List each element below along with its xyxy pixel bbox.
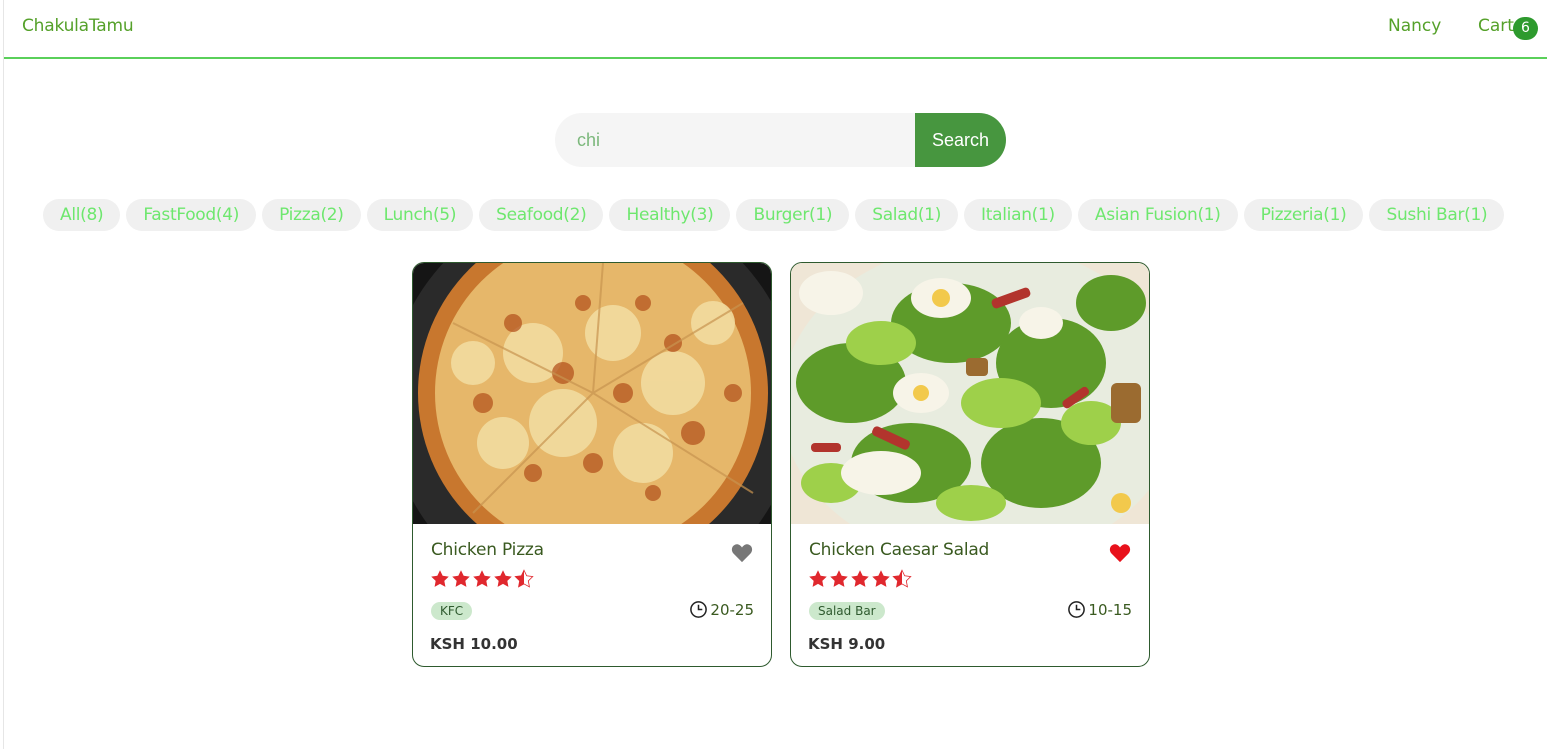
delivery-time-value: 20-25 (710, 600, 754, 619)
category-chip-sushi-bar[interactable]: Sushi Bar(1) (1369, 199, 1505, 231)
category-chip-fastfood[interactable]: FastFood(4) (126, 199, 257, 231)
search-button[interactable]: Search (915, 113, 1006, 167)
search-input[interactable] (555, 113, 915, 167)
category-chip-pizzeria[interactable]: Pizzeria(1) (1243, 199, 1364, 231)
delivery-time: 10-15 (1067, 600, 1132, 619)
half-star-icon (514, 569, 534, 588)
cart-count-badge[interactable]: 6 (1513, 17, 1538, 40)
heart-icon[interactable] (1109, 543, 1131, 563)
pizza-image[interactable] (413, 263, 771, 524)
star-icon (872, 570, 890, 587)
category-chip-pizza[interactable]: Pizza(2) (262, 199, 361, 231)
category-chip-seafood[interactable]: Seafood(2) (479, 199, 604, 231)
food-name: Chicken Pizza (431, 540, 544, 560)
star-icon (452, 570, 470, 587)
delivery-time-value: 10-15 (1088, 600, 1132, 619)
rating-stars (808, 569, 912, 589)
brand-logo[interactable]: ChakulaTamu (22, 16, 134, 36)
salad-image[interactable] (791, 263, 1149, 524)
category-filter-list: All(8) FastFood(4) Pizza(2) Lunch(5) Sea… (43, 199, 1505, 231)
category-chip-lunch[interactable]: Lunch(5) (366, 199, 474, 231)
clock-icon (690, 601, 708, 618)
star-icon (851, 570, 869, 587)
category-chip-salad[interactable]: Salad(1) (855, 199, 959, 231)
category-chip-burger[interactable]: Burger(1) (736, 199, 850, 231)
category-chip-italian[interactable]: Italian(1) (964, 199, 1072, 231)
category-chip-healthy[interactable]: Healthy(3) (609, 199, 731, 231)
star-icon (830, 570, 848, 587)
clock-icon (1068, 601, 1086, 618)
top-navbar: ChakulaTamu Nancy Cart 6 (4, 0, 1547, 59)
search-bar: Search (555, 113, 1006, 167)
food-price: KSH 9.00 (808, 635, 886, 653)
restaurant-tag: Salad Bar (809, 602, 885, 620)
star-icon (809, 570, 827, 587)
star-icon (473, 570, 491, 587)
cart-link[interactable]: Cart (1478, 16, 1514, 36)
category-chip-asian-fusion[interactable]: Asian Fusion(1) (1077, 199, 1238, 231)
user-link[interactable]: Nancy (1388, 16, 1441, 36)
food-card[interactable]: Chicken Pizza KFC 20-25 KSH 10.00 (412, 262, 772, 667)
half-star-icon (892, 569, 912, 588)
category-chip-all[interactable]: All(8) (43, 199, 121, 231)
star-icon (431, 570, 449, 587)
food-card[interactable]: Chicken Caesar Salad Salad Bar 10-15 KSH… (790, 262, 1150, 667)
heart-icon[interactable] (731, 543, 753, 563)
app-frame: ChakulaTamu Nancy Cart 6 Search All(8) F… (3, 0, 1547, 749)
rating-stars (430, 569, 534, 589)
delivery-time: 20-25 (689, 600, 754, 619)
restaurant-tag: KFC (431, 602, 473, 620)
food-price: KSH 10.00 (430, 635, 518, 653)
star-icon (494, 570, 512, 587)
food-name: Chicken Caesar Salad (809, 540, 990, 560)
